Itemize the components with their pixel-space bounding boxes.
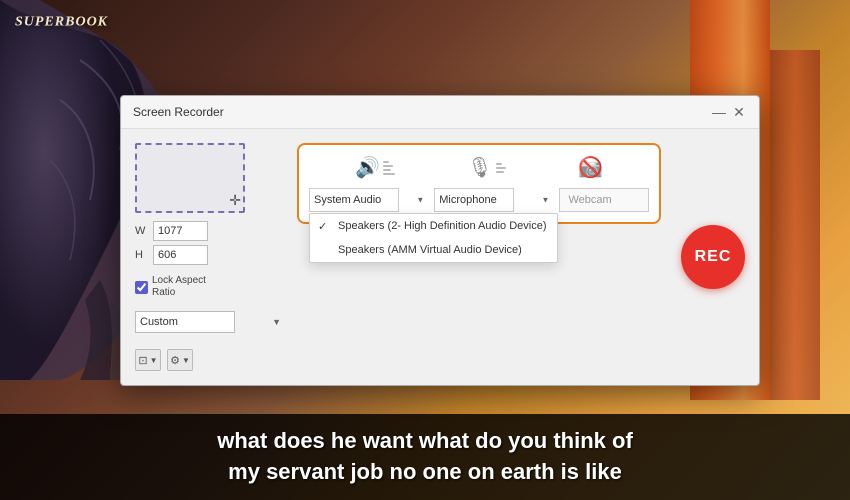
window-title: Screen Recorder — [133, 105, 224, 119]
audio-dropdowns-row: System Audio ▼ Speakers (2- High Definit… — [309, 188, 649, 212]
bar-1 — [383, 161, 389, 163]
width-label: W — [135, 225, 149, 237]
lock-ratio-label: Lock Aspect Ratio — [152, 275, 206, 299]
close-button[interactable]: ✕ — [731, 104, 747, 120]
webcam-icon: 📷 🚫 — [578, 155, 603, 180]
mic-bar-1 — [496, 163, 502, 165]
lock-ratio-checkbox[interactable] — [135, 281, 148, 294]
speaker-bars — [383, 161, 395, 175]
settings-icon: ⚙ — [170, 354, 180, 367]
bottom-icon-buttons: ⊡ ▼ ⚙ ▼ — [135, 349, 285, 371]
preset-select[interactable]: Custom — [135, 311, 235, 333]
window-titlebar: Screen Recorder — ✕ — [121, 96, 759, 129]
mic-bars — [496, 163, 506, 173]
microphone-wrapper: Microphone ▼ — [434, 188, 553, 212]
bar-3 — [383, 169, 391, 171]
recorder-window: Screen Recorder — ✕ ✛ W H — [120, 95, 760, 386]
width-input[interactable] — [153, 221, 208, 241]
minimize-button[interactable]: — — [711, 104, 727, 120]
selection-preview: ✛ — [135, 143, 245, 213]
bar-4 — [383, 173, 395, 175]
system-audio-arrow-icon: ▼ — [416, 196, 424, 205]
microphone-select[interactable]: Microphone — [434, 188, 514, 212]
window-controls: — ✕ — [711, 104, 747, 120]
webcam-group: 📷 🚫 — [578, 155, 603, 180]
system-audio-select[interactable]: System Audio — [309, 188, 399, 212]
settings-button[interactable]: ⚙ ▼ — [167, 349, 193, 371]
microphone-icon: 🎙 — [467, 155, 492, 180]
system-audio-wrapper: System Audio ▼ Speakers (2- High Definit… — [309, 188, 428, 212]
speaker-icon: 🔊 — [355, 155, 380, 180]
subtitle-bar: what does he want what do you think of m… — [0, 414, 850, 500]
height-input[interactable] — [153, 245, 208, 265]
lock-ratio-container: Lock Aspect Ratio — [135, 275, 285, 299]
preset-select-container: Custom ▼ — [135, 311, 285, 333]
height-label: H — [135, 249, 149, 261]
rec-button[interactable]: REC — [681, 225, 745, 289]
screenshot-icon: ⊡ — [138, 354, 147, 367]
width-field: W — [135, 221, 285, 241]
microphone-arrow-icon: ▼ — [542, 196, 550, 205]
screenshot-chevron-icon: ▼ — [150, 356, 158, 365]
microphone-group: 🎙 — [467, 155, 505, 180]
dropdown-item-speakers-amm[interactable]: Speakers (AMM Virtual Audio Device) — [310, 238, 557, 262]
preset-select-arrow-icon: ▼ — [272, 317, 281, 327]
app-logo: SUPERBOOK — [15, 12, 108, 44]
audio-icons-row: 🔊 🎙 — [309, 155, 649, 180]
webcam-label: Webcam — [559, 188, 649, 212]
mic-bar-3 — [496, 171, 504, 173]
bar-2 — [383, 165, 393, 167]
dropdown-item-speakers-hd[interactable]: Speakers (2- High Definition Audio Devic… — [310, 214, 557, 238]
selection-cursor-icon: ✛ — [227, 190, 243, 211]
settings-chevron-icon: ▼ — [182, 356, 190, 365]
bg-pillar-2 — [770, 50, 820, 400]
audio-panel: 🔊 🎙 — [297, 143, 661, 224]
left-panel: ✛ W H Lock Aspect Ratio — [135, 143, 285, 371]
height-field: H — [135, 245, 285, 265]
screenshot-button[interactable]: ⊡ ▼ — [135, 349, 161, 371]
subtitle-text: what does he want what do you think of m… — [60, 426, 790, 488]
window-body: ✛ W H Lock Aspect Ratio — [121, 129, 759, 385]
mic-bar-2 — [496, 167, 506, 169]
speaker-group: 🔊 — [355, 155, 395, 180]
system-audio-dropdown-menu: Speakers (2- High Definition Audio Devic… — [309, 213, 558, 263]
dimensions-row: W H — [135, 221, 285, 265]
